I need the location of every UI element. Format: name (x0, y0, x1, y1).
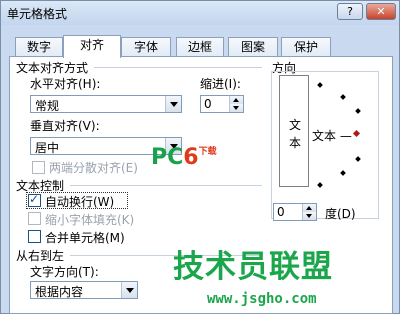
horizontal-value: 常规 (35, 99, 60, 113)
spin-up-icon[interactable] (302, 204, 316, 212)
degree-spinner[interactable]: 0 (273, 203, 317, 221)
horizontal-label: 水平对齐(H): (30, 77, 101, 91)
vertical-char: 本 (289, 136, 302, 150)
vertical-value: 居中 (35, 141, 60, 155)
title-bar: 单元格格式 ? ✕ (1, 1, 399, 25)
degree-value: 0 (277, 205, 285, 219)
merge-cells-checkbox[interactable] (28, 230, 41, 243)
wrap-text-label: 自动换行(W) (45, 195, 115, 209)
degree-label: 度(D) (325, 207, 356, 221)
direction-value: 根据内容 (35, 285, 84, 299)
divider (70, 185, 262, 186)
watermark-xz: 下载 (198, 147, 217, 157)
tab-border[interactable]: 边框 (176, 37, 224, 57)
chevron-down-icon[interactable] (165, 96, 181, 112)
checkmark-icon: ✓ (29, 192, 40, 206)
vertical-text-button[interactable]: 文 本 (279, 75, 309, 187)
horizontal-align-select[interactable]: 常规 (30, 95, 182, 113)
spin-down-icon[interactable] (302, 212, 316, 220)
indent-spinner[interactable]: 0 (200, 95, 244, 113)
orientation-text: 文本 — (312, 129, 352, 143)
shrink-label: 缩小字体填充(K) (45, 213, 135, 227)
tab-protection[interactable]: 保护 (281, 37, 331, 57)
merge-cells-label: 合并单元格(M) (45, 231, 125, 245)
tab-patterns[interactable]: 图案 (228, 37, 278, 57)
indent-value: 0 (204, 97, 212, 111)
tab-font[interactable]: 字体 (121, 37, 171, 57)
pc6-watermark: PC6下载 (151, 145, 217, 170)
watermark-pc: PC (151, 145, 184, 170)
wrap-text-checkbox[interactable]: ✓ (28, 192, 41, 207)
watermark-six: 6 (183, 145, 199, 170)
help-button[interactable]: ? (337, 3, 363, 20)
shrink-checkbox[interactable] (28, 212, 41, 225)
text-direction-select[interactable]: 根据内容 (30, 281, 138, 299)
format-cells-dialog: 单元格格式 ? ✕ 数字 对齐 字体 边框 图案 保护 文本对齐方式 水平对齐(… (0, 0, 400, 314)
spin-down-icon[interactable] (229, 104, 243, 112)
section-text-alignment: 文本对齐方式 (16, 61, 89, 75)
tab-alignment[interactable]: 对齐 (63, 35, 121, 58)
tab-strip: 数字 对齐 字体 边框 图案 保护 (11, 35, 391, 58)
section-rtl: 从右到左 (16, 249, 65, 263)
vertical-label: 垂直对齐(V): (30, 119, 100, 133)
spin-up-icon[interactable] (229, 96, 243, 104)
close-button[interactable]: ✕ (366, 3, 396, 20)
vertical-char: 文 (289, 118, 302, 132)
dialog-title: 单元格格式 (7, 7, 68, 21)
indent-label: 缩进(I): (200, 77, 241, 91)
divider (94, 67, 262, 68)
tab-number[interactable]: 数字 (15, 37, 63, 57)
site-url-watermark: www.jsgho.com (207, 291, 317, 307)
distributed-checkbox[interactable] (32, 161, 45, 174)
site-watermark: 技术员联盟 (173, 249, 333, 285)
distributed-label: 两端分散对齐(E) (49, 161, 138, 175)
direction-label: 文字方向(T): (30, 265, 99, 279)
chevron-down-icon[interactable] (121, 282, 137, 298)
